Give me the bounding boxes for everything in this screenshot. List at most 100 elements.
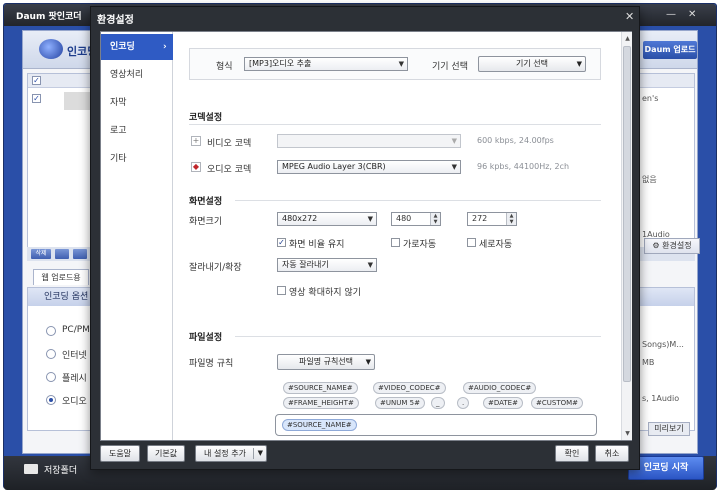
file-pattern-input[interactable]: #SOURCE_NAME# [275, 414, 597, 436]
gear-icon: ⚙ [652, 241, 660, 250]
logo-icon [39, 39, 63, 59]
dropdown-arrow-icon: ▼ [367, 261, 373, 269]
nav-item-logo[interactable]: 로고 [101, 118, 173, 144]
token-unum[interactable]: #UNUM 5# [375, 397, 425, 409]
nav-item-encoding[interactable]: 인코딩 › [101, 34, 173, 60]
select-all-checkbox[interactable]: ✓ [32, 76, 41, 85]
ok-button[interactable]: 확인 [555, 445, 589, 462]
radio-audio[interactable] [46, 395, 56, 405]
auto-width-checkbox[interactable] [391, 238, 400, 247]
tab-web-upload[interactable]: 웹 업로드용 [33, 269, 89, 285]
dropdown-arrow-icon: ▼ [365, 358, 371, 366]
dropdown-arrow-icon: ▼ [451, 163, 457, 171]
divider [235, 200, 601, 201]
folder-icon[interactable] [24, 464, 38, 474]
preview-button[interactable]: 미리보기 [648, 422, 690, 436]
file-rule-button-label: 파일명 규칙선택 [298, 357, 354, 366]
settings-nav: 인코딩 › 영상처리 자막 로고 기타 [101, 32, 173, 440]
codec-section-title: 코덱설정 [189, 113, 223, 123]
move-down-button[interactable] [73, 249, 87, 259]
token-underscore[interactable]: _ [431, 397, 445, 409]
auto-width-label: 가로자동 [403, 240, 437, 250]
video-codec-select[interactable]: ▼ [277, 134, 461, 148]
scroll-thumb[interactable] [623, 46, 631, 382]
cancel-button[interactable]: 취소 [595, 445, 629, 462]
dropdown-arrow-icon: ▼ [576, 60, 582, 68]
auto-height-label: 세로자동 [479, 240, 513, 250]
nav-item-video-processing[interactable]: 영상처리 [101, 62, 173, 88]
close-button[interactable]: ✕ [688, 9, 696, 20]
radio-pc-pmp[interactable] [46, 326, 56, 336]
move-up-button[interactable] [55, 249, 69, 259]
device-value: 기기 선택 [516, 59, 548, 68]
token-video-codec[interactable]: #VIDEO_CODEC# [373, 382, 446, 394]
add-my-setting-button[interactable]: 내 설정 추가 ▼ [195, 445, 267, 462]
token-custom[interactable]: #CUSTOM# [531, 397, 584, 409]
dropdown-arrow-icon: ▼ [398, 60, 404, 68]
minimize-button[interactable]: — [666, 9, 676, 20]
video-codec-label: 비디오 코덱 [207, 139, 252, 149]
chevron-right-icon: › [163, 42, 167, 52]
format-value: [MP3]오디오 추출 [249, 59, 312, 68]
daum-upload-button[interactable]: Daum 업로드 [643, 41, 697, 59]
settings-button[interactable]: ⚙ 환경설정 [644, 238, 700, 254]
save-folder-label: 저장폴더 [44, 466, 78, 476]
help-button[interactable]: 도움말 [100, 445, 140, 462]
width-stepper[interactable]: 480 ▲ ▼ [391, 212, 441, 226]
token-audio-codec[interactable]: #AUDIO_CODEC# [463, 382, 537, 394]
height-stepper[interactable]: 272 ▲ ▼ [467, 212, 517, 226]
close-icon[interactable]: ✕ [625, 10, 634, 23]
scroll-down-icon[interactable]: ▼ [623, 429, 632, 438]
width-value: 480 [396, 214, 412, 223]
radio-label: 오디오 [62, 397, 87, 407]
token-source-name[interactable]: #SOURCE_NAME# [283, 382, 358, 394]
dropdown-arrow-icon: ▼ [451, 137, 457, 145]
chevron-down-icon[interactable]: ▼ [507, 219, 516, 225]
default-button[interactable]: 기본값 [147, 445, 185, 462]
token-frame-height[interactable]: #FRAME_HEIGHT# [283, 397, 359, 409]
screen-size-value: 480x272 [282, 214, 318, 223]
nav-item-subtitle[interactable]: 자막 [101, 90, 173, 116]
settings-dialog: 환경설정 ✕ 인코딩 › 영상처리 자막 로고 기타 형식 [MP3]오디오 추… [90, 6, 640, 470]
file-section-title: 파일설정 [189, 333, 223, 343]
video-codec-hint: 600 kbps, 24.00fps [477, 136, 554, 145]
dialog-title: 환경설정 [97, 15, 134, 26]
row-checkbox[interactable]: ✓ [32, 94, 41, 103]
screen-size-select[interactable]: 480x272 ▼ [277, 212, 377, 226]
width-stepper-buttons[interactable]: ▲ ▼ [430, 213, 440, 225]
screen-section-title: 화면설정 [189, 197, 223, 207]
scroll-up-icon[interactable]: ▲ [623, 34, 632, 43]
nav-item-etc[interactable]: 기타 [101, 146, 173, 172]
keep-ratio-label: 화면 비율 유지 [289, 240, 345, 250]
video-codec-expand-icon[interactable]: + [191, 136, 201, 146]
app-title: Daum 팟인코더 [16, 12, 82, 22]
chevron-down-icon[interactable]: ▼ [431, 219, 440, 225]
height-stepper-buttons[interactable]: ▲ ▼ [506, 213, 516, 225]
option-info-text: MB [642, 358, 655, 367]
file-rule-label: 파일명 규칙 [189, 359, 234, 369]
device-select[interactable]: 기기 선택 ▼ [478, 56, 586, 72]
pattern-token[interactable]: #SOURCE_NAME# [282, 419, 357, 431]
device-label: 기기 선택 [432, 62, 468, 72]
scrollbar[interactable]: ▲ ▼ [621, 32, 632, 440]
audio-codec-value: MPEG Audio Layer 3(CBR) [282, 162, 386, 171]
radio-internet[interactable] [46, 349, 56, 359]
file-rule-select-button[interactable]: 파일명 규칙선택 ▼ [277, 354, 375, 370]
no-enlarge-checkbox[interactable] [277, 286, 286, 295]
dropdown-arrow-icon[interactable]: ▼ [258, 446, 263, 461]
crop-select[interactable]: 자동 잘라내기 ▼ [277, 258, 377, 272]
audio-codec-expand-icon[interactable]: ◆ [191, 162, 201, 172]
token-dot[interactable]: . [457, 397, 470, 409]
screen-size-label: 화면크기 [189, 217, 223, 227]
auto-height-checkbox[interactable] [467, 238, 476, 247]
delete-button[interactable]: 삭제 [31, 249, 51, 259]
dropdown-arrow-icon: ▼ [367, 215, 373, 223]
token-date[interactable]: #DATE# [483, 397, 523, 409]
audio-codec-label: 오디오 코덱 [207, 165, 252, 175]
radio-flash[interactable] [46, 372, 56, 382]
audio-codec-select[interactable]: MPEG Audio Layer 3(CBR) ▼ [277, 160, 461, 174]
format-select[interactable]: [MP3]오디오 추출 ▼ [244, 57, 408, 71]
keep-ratio-checkbox[interactable]: ✓ [277, 238, 286, 247]
option-info-text: Songs)M... [642, 340, 684, 349]
format-label: 형식 [216, 62, 233, 72]
